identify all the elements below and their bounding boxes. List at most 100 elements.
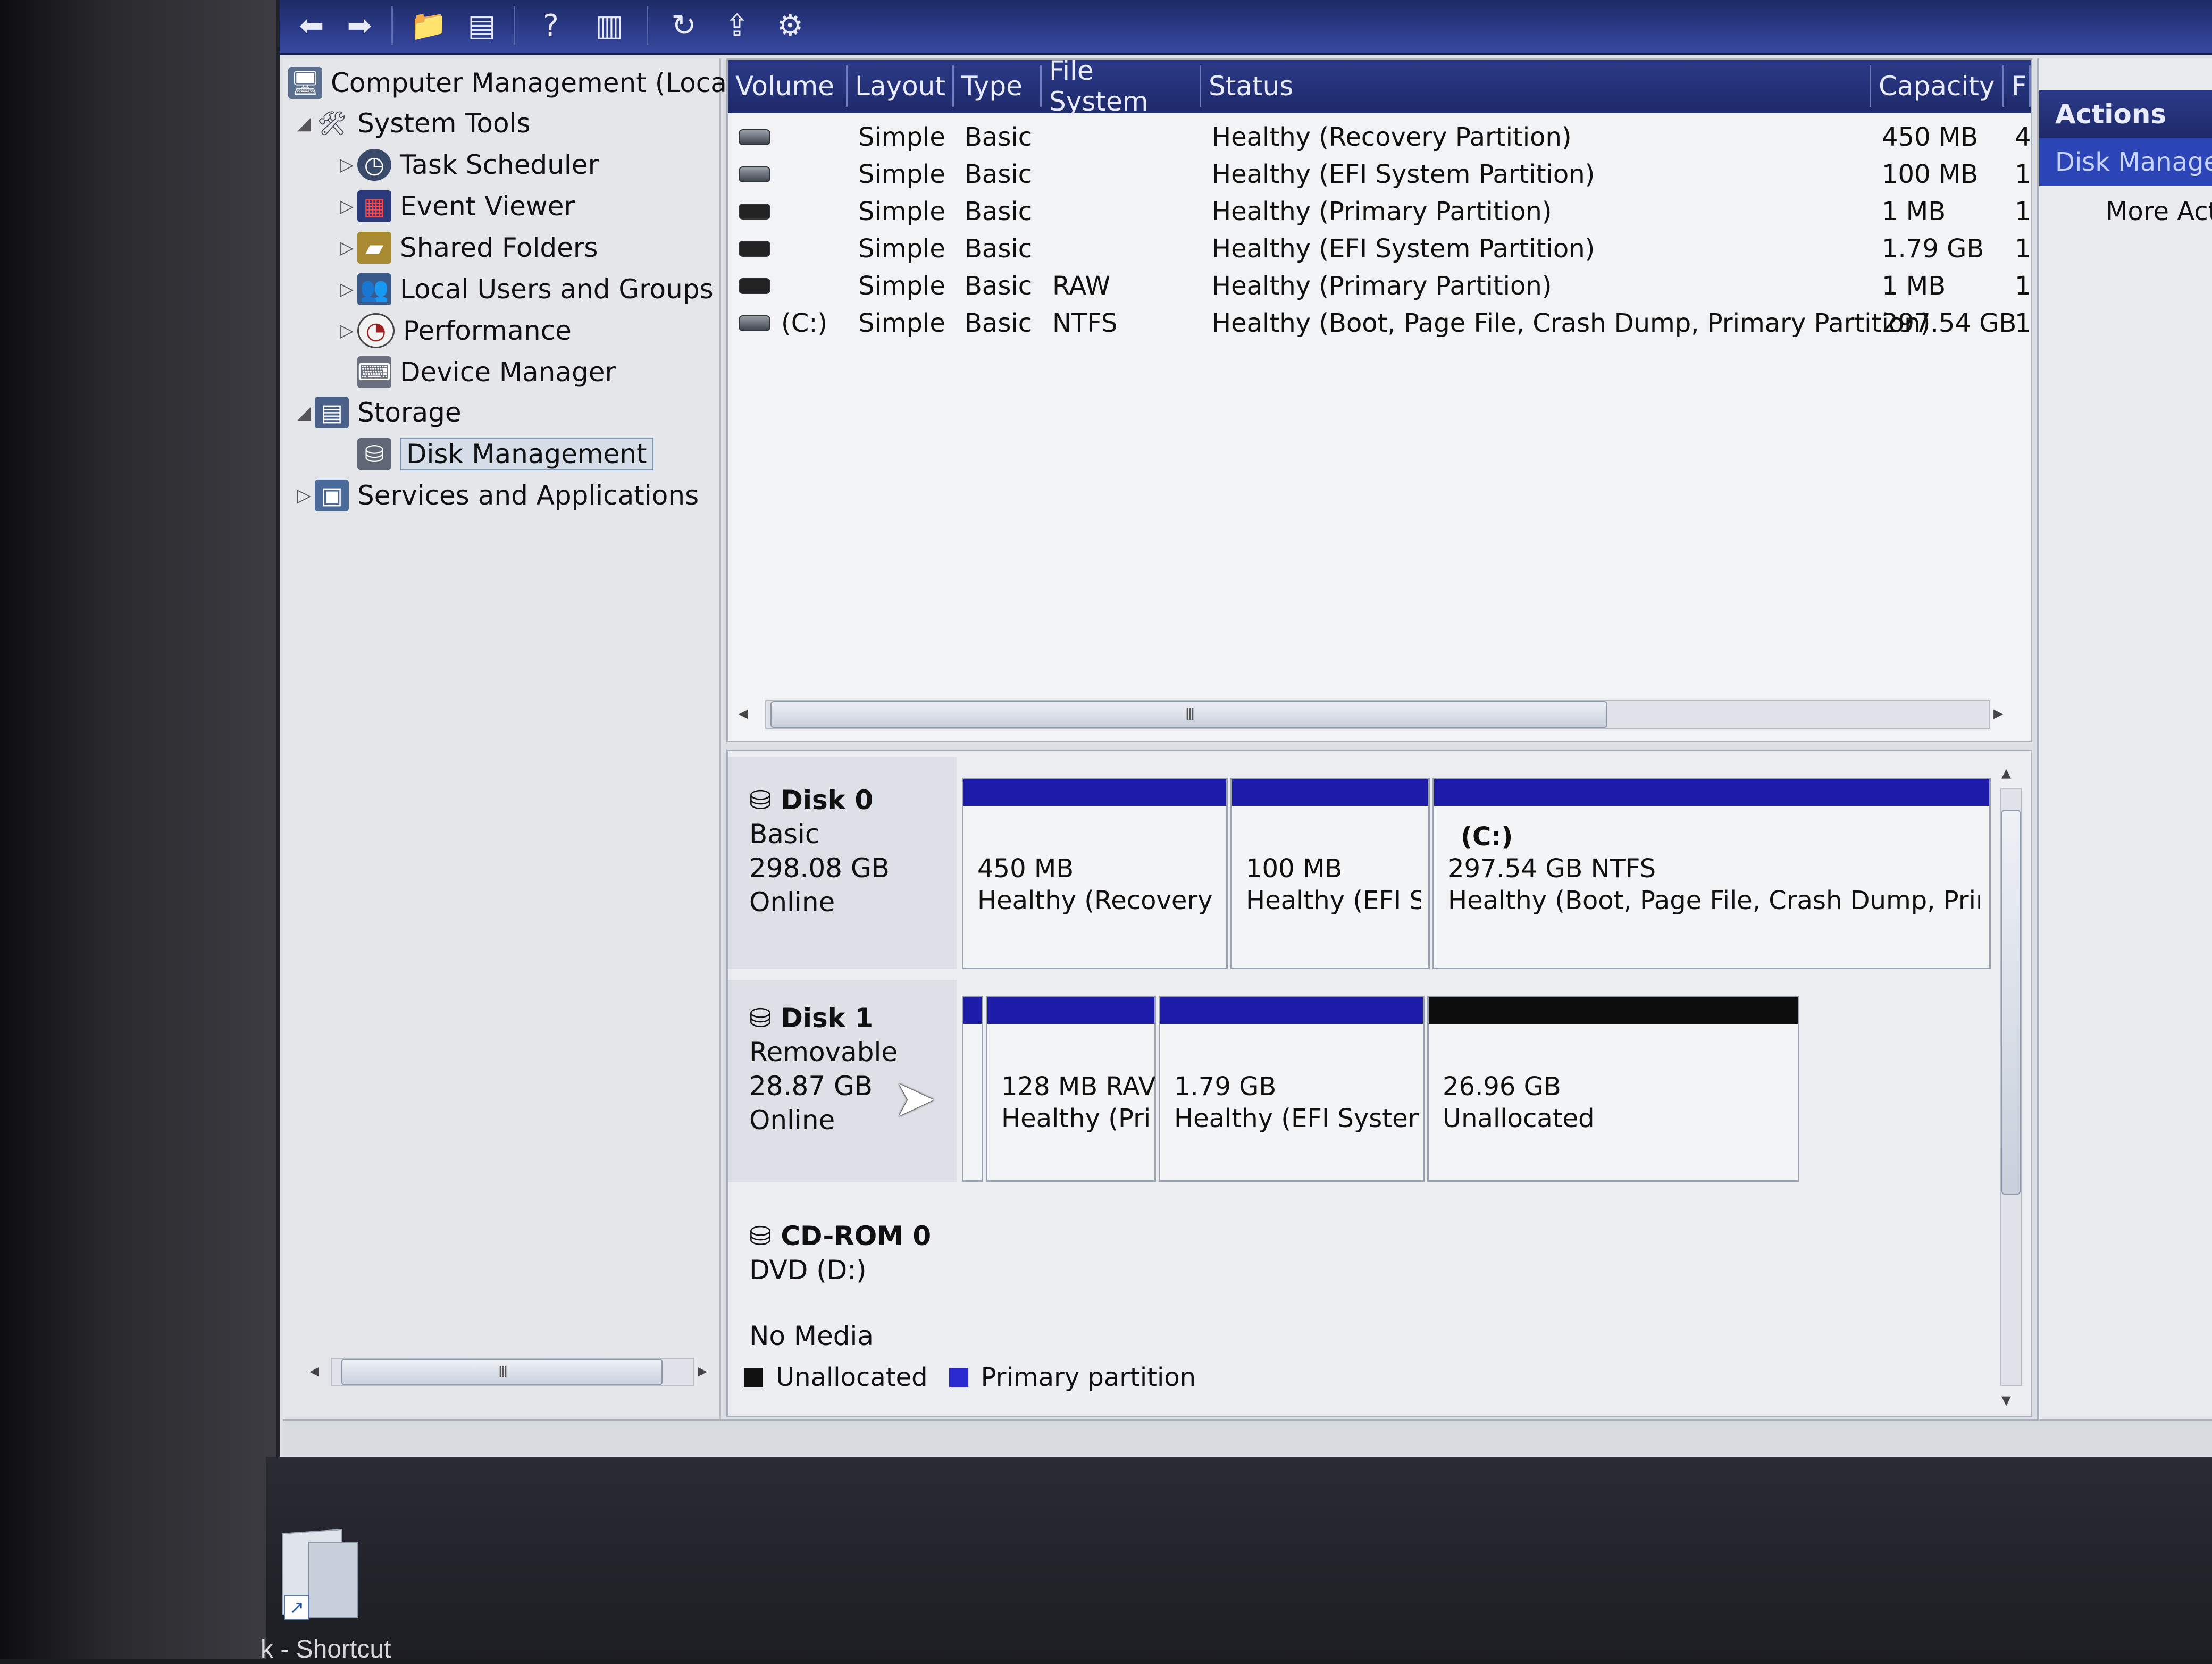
device-manager-icon: ⌨ [357,356,391,388]
primary-partition-bar [963,779,1226,806]
column-header-file-system[interactable]: File System [1042,55,1201,117]
collapse-icon[interactable]: ◢ [294,402,315,423]
volume-row[interactable]: Simple Basic Healthy (EFI System Partiti… [728,156,2031,193]
primary-partition-bar [1160,997,1423,1024]
clock-icon: ◷ [357,149,391,181]
primary-partition-bar [987,997,1154,1024]
tree-item-event-viewer[interactable]: ▷ ▦ Event Viewer [336,187,575,225]
disk-0-info[interactable]: ⛁ Disk 0 Basic 298.08 GB Online [728,757,957,969]
toolbar-separator [647,6,648,45]
expand-icon[interactable]: ▷ [336,196,357,217]
disk-0-partition-c[interactable]: (C:) 297.54 GB NTFS Healthy (Boot, Page … [1432,778,1991,969]
tree-item-performance[interactable]: ▷ ◔ Performance [336,312,572,350]
more-actions-link[interactable]: More Acti [2106,197,2212,226]
mouse-cursor-icon: ➤ [893,1069,936,1128]
expand-icon[interactable]: ▷ [336,154,357,175]
column-header-volume[interactable]: Volume [728,65,848,107]
column-header-free[interactable]: F [2004,65,2031,107]
computer-icon: 🖥 [288,67,322,99]
primary-partition-bar [1434,779,1989,806]
scroll-down-icon[interactable]: ▾ [2001,1389,2011,1411]
actions-section-disk-management[interactable]: Disk Managem [2039,138,2212,186]
scroll-thumb[interactable]: III [770,701,1607,728]
toolbar-separator [514,6,515,45]
scroll-right-icon[interactable]: ▸ [1993,702,2003,724]
toolbar-separator [391,6,393,45]
disk-1-unallocated[interactable]: 26.96 GB Unallocated [1427,996,1799,1182]
refresh-icon[interactable]: ↻ [663,4,705,47]
volume-row[interactable]: Simple Basic Healthy (EFI System Partiti… [728,230,2031,267]
event-viewer-icon: ▦ [357,190,391,222]
primary-partition-bar [1232,779,1428,806]
column-header-type[interactable]: Type [954,65,1042,107]
forward-icon[interactable]: ➡ [338,4,381,47]
column-header-status[interactable]: Status [1201,65,1871,107]
nav-horizontal-scrollbar[interactable]: ◂ III ▸ [309,1356,714,1388]
volume-row[interactable]: (C:) Simple Basic NTFS Healthy (Boot, Pa… [728,305,2031,342]
properties-icon[interactable]: ▥ [588,4,631,47]
expand-icon[interactable]: ▷ [336,279,357,300]
volume-list-header: Volume Layout Type File System Status Ca… [728,55,2031,117]
expand-icon[interactable]: ▷ [336,320,357,341]
disk-0-partition-recovery[interactable]: 450 MB Healthy (Recovery P [962,778,1228,969]
disk-volume-icon [739,241,770,257]
scroll-thumb[interactable] [2001,810,2021,1195]
shortcut-arrow-icon: ↗ [284,1595,309,1620]
desktop-shortcut-label[interactable]: k - Shortcut [261,1635,391,1664]
shared-folder-icon: ▰ [357,232,391,264]
volume-row[interactable]: Simple Basic Healthy (Primary Partition)… [728,193,2031,230]
disk-icon: ⛁ [749,1003,781,1033]
help-icon[interactable]: ? [530,4,572,47]
tree-item-device-manager[interactable]: ⌨ Device Manager [336,353,616,391]
file-icon [308,1542,358,1618]
settings-icon[interactable]: ⚙ [769,4,811,47]
column-header-layout[interactable]: Layout [848,65,954,107]
scroll-right-icon[interactable]: ▸ [698,1360,707,1382]
cdrom-icon: ⛁ [749,1221,781,1251]
volume-row[interactable]: Simple Basic RAW Healthy (Primary Partit… [728,267,2031,305]
desktop-shortcut[interactable]: ↗ [276,1526,367,1632]
disk-1-partition-efi[interactable]: 1.79 GB Healthy (EFI System [1159,996,1425,1182]
scroll-left-icon[interactable]: ◂ [309,1360,319,1382]
unallocated-bar [1429,997,1798,1024]
disk-icon: ⛁ [749,785,781,816]
expand-icon[interactable]: ▷ [336,237,357,258]
tree-item-disk-management[interactable]: ⛁ Disk Management [357,435,653,473]
disk-volume-icon [739,204,770,220]
primary-partition-swatch [949,1368,968,1387]
users-icon: 👥 [357,273,391,305]
volume-list-horizontal-scrollbar[interactable]: ◂ III ▸ [739,698,2015,730]
tree-item-services-and-applications[interactable]: ▷ ▣ Services and Applications [294,476,699,515]
show-hide-tree-icon[interactable]: ▤ [460,4,503,47]
computer-management-window: ⬅ ➡ 📁 ▤ ? ▥ ↻ ⇪ ⚙ 🖥 Computer Management … [276,0,2212,1467]
back-icon[interactable]: ⬅ [290,4,333,47]
tree-item-shared-folders[interactable]: ▷ ▰ Shared Folders [336,229,598,267]
disk-volume-icon [739,166,770,182]
toolbar: ⬅ ➡ 📁 ▤ ? ▥ ↻ ⇪ ⚙ [280,0,2212,55]
up-folder-icon[interactable]: 📁 [407,4,450,47]
scroll-thumb[interactable]: III [341,1359,663,1385]
disk-0-partition-efi[interactable]: 100 MB Healthy (EFI Sy [1230,778,1430,969]
column-header-capacity[interactable]: Capacity [1871,65,2004,107]
disk-volume-icon [739,129,770,145]
expand-icon[interactable]: ▷ [294,485,315,506]
tree-item-system-tools[interactable]: ◢ 🛠 System Tools [294,104,531,142]
export-icon[interactable]: ⇪ [716,4,758,47]
volume-row[interactable]: Simple Basic Healthy (Recovery Partition… [728,119,2031,156]
cdrom-0-info[interactable]: ⛁ CD-ROM 0 DVD (D:) No Media [728,1208,957,1352]
tree-item-storage[interactable]: ◢ ▤ Storage [294,393,462,432]
actions-header: Actions [2039,90,2212,138]
disk-volume-icon [739,278,770,294]
tree-item-computer-management[interactable]: 🖥 Computer Management (Local [288,64,734,102]
collapse-icon[interactable]: ◢ [294,113,315,134]
disk-view-vertical-scrollbar[interactable]: ▴ ▾ [1996,762,2025,1411]
desktop-area [266,1457,2212,1659]
tree-item-task-scheduler[interactable]: ▷ ◷ Task Scheduler [336,146,599,184]
scroll-up-icon[interactable]: ▴ [2001,762,2011,784]
tree-item-local-users-and-groups[interactable]: ▷ 👥 Local Users and Groups [336,270,714,308]
primary-partition-bar [963,997,982,1024]
scroll-left-icon[interactable]: ◂ [739,702,748,724]
performance-icon: ◔ [357,313,395,348]
disk-1-partition-small[interactable] [962,996,983,1182]
disk-1-partition-raw[interactable]: 128 MB RAV Healthy (Pri [986,996,1156,1182]
